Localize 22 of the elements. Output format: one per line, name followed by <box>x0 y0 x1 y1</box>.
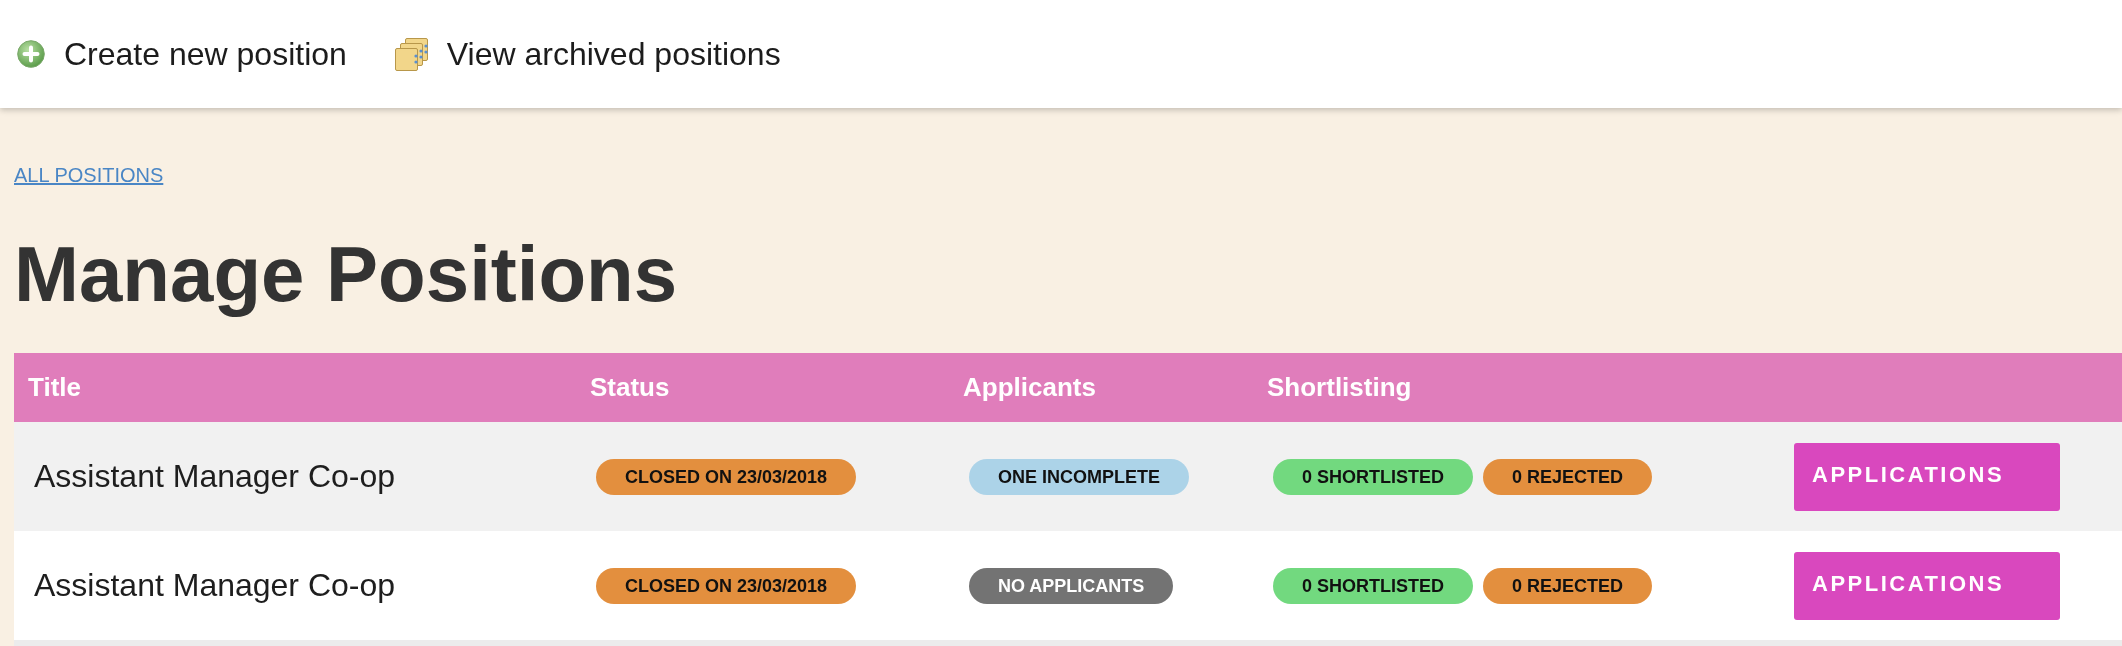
page-title: Manage Positions <box>14 231 679 317</box>
position-title: Assistant Manager Co-op <box>34 567 396 604</box>
position-title: Assistant Manager Co-op <box>34 458 396 495</box>
column-header: Shortlisting <box>1267 372 1412 402</box>
applications-button[interactable]: APPLICATIONS <box>1794 551 2060 620</box>
archived-positions-link[interactable]: View archived positions <box>394 35 781 73</box>
applicants-badge: NO APPLICANTS <box>969 567 1174 604</box>
shortlisting-badge: 0 SHORTLISTED <box>1273 567 1473 604</box>
column-header: Status <box>590 372 670 402</box>
shortlisting-badge: 0 SHORTLISTED <box>1273 458 1473 495</box>
applications-button[interactable]: APPLICATIONS <box>1794 442 2060 511</box>
shortlisting-badge: 0 REJECTED <box>1483 567 1653 604</box>
breadcrumb-link[interactable]: ALL POSITIONS <box>14 164 164 186</box>
status-badge: CLOSED ON 23/03/2018 <box>596 458 857 495</box>
stacked-folders-icon <box>394 37 428 71</box>
column-header: Applicants <box>963 372 1096 402</box>
create-position-link[interactable]: Create new position <box>17 35 347 73</box>
status-badge: CLOSED ON 23/03/2018 <box>596 567 857 604</box>
shortlisting-badge: 0 REJECTED <box>1483 458 1653 495</box>
applicants-badge: ONE INCOMPLETE <box>969 458 1189 495</box>
column-header: Title <box>28 372 81 402</box>
plus-circle-icon <box>17 40 45 68</box>
